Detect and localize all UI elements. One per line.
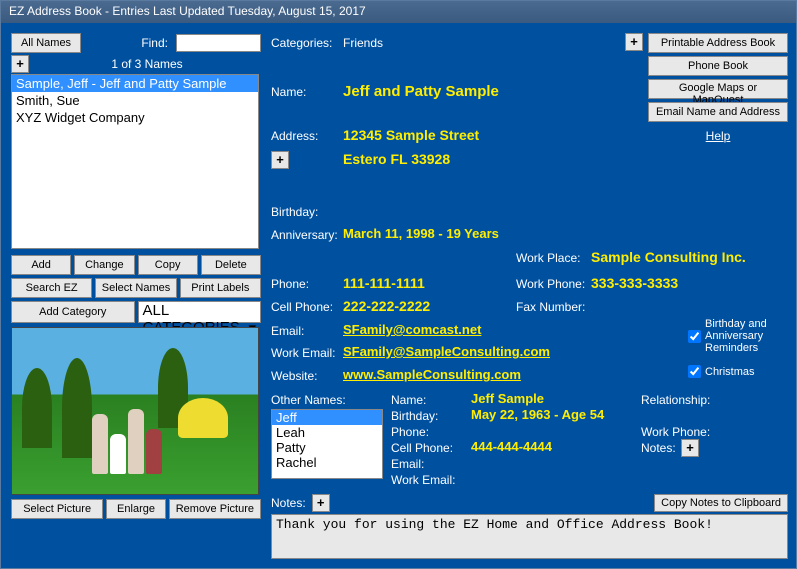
content-area: All Names Find: + 1 of 3 Names Sample, J… [1,23,796,568]
select-names-button[interactable]: Select Names [95,278,176,298]
birthday-reminders-checkbox[interactable] [688,330,701,343]
delete-button[interactable]: Delete [201,255,261,275]
other-cell-value: 444-444-4444 [471,439,552,454]
find-input[interactable] [176,34,261,52]
birthday-label: Birthday: [271,205,318,219]
other-birthday-value: May 22, 1963 - Age 54 [471,407,604,422]
phone-label: Phone: [271,277,309,291]
copy-button[interactable]: Copy [138,255,198,275]
add-category-button[interactable]: Add Category [11,301,135,323]
find-label: Find: [141,36,168,50]
search-ez-button[interactable]: Search EZ [11,278,92,298]
list-item[interactable]: Leah [272,425,382,440]
workphone-value: 333-333-3333 [591,275,678,291]
address-plus-button[interactable]: + [271,151,289,169]
categories-label: Categories: [271,36,332,50]
other-name-value: Jeff Sample [471,391,544,406]
anniversary-value: March 11, 1998 - 19 Years [343,226,499,241]
other-cell-label: Cell Phone: [391,441,453,455]
notes-label: Notes: [271,496,306,510]
fax-label: Fax Number: [516,300,585,314]
app-window: EZ Address Book - Entries Last Updated T… [0,0,797,569]
list-item[interactable]: Sample, Jeff - Jeff and Patty Sample [12,75,258,92]
anniversary-label: Anniversary: [271,228,338,242]
enlarge-button[interactable]: Enlarge [106,499,165,519]
names-listbox[interactable]: Sample, Jeff - Jeff and Patty SampleSmit… [11,74,259,249]
add-name-plus-button[interactable]: + [11,55,29,73]
window-title: EZ Address Book - Entries Last Updated T… [9,4,366,18]
other-workemail-label: Work Email: [391,473,455,487]
titlebar: EZ Address Book - Entries Last Updated T… [1,1,796,23]
email-name-address-button[interactable]: Email Name and Address [648,102,788,122]
categories-value: Friends [343,36,383,50]
phone-book-button[interactable]: Phone Book [648,56,788,76]
other-name-label: Name: [391,393,426,407]
workemail-label: Work Email: [271,346,335,360]
all-names-button[interactable]: All Names [11,33,81,53]
help-link[interactable]: Help [648,129,788,143]
email-link[interactable]: SFamily@comcast.net [343,322,481,337]
side-buttons: Printable Address Book Phone Book Google… [648,33,788,143]
christmas-label: Christmas [705,366,755,378]
change-button[interactable]: Change [74,255,134,275]
address-line2: Estero FL 33928 [343,151,450,167]
categories-plus-button[interactable]: + [625,33,643,51]
cellphone-value: 222-222-2222 [343,298,430,314]
other-workphone-label: Work Phone: [641,425,710,439]
other-phone-label: Phone: [391,425,429,439]
list-item[interactable]: XYZ Widget Company [12,109,258,126]
workemail-link[interactable]: SFamily@SampleConsulting.com [343,344,550,359]
list-item[interactable]: Jeff [272,410,382,425]
website-link[interactable]: www.SampleConsulting.com [343,367,521,382]
other-names-label: Other Names: [271,393,346,407]
cellphone-label: Cell Phone: [271,300,333,314]
email-label: Email: [271,324,304,338]
category-select[interactable]: ALL CATEGORIES ▾ [138,301,262,323]
list-item[interactable]: Rachel [272,455,382,470]
list-item[interactable]: Smith, Sue [12,92,258,109]
name-value: Jeff and Patty Sample [343,83,499,100]
phone-value: 111-111-1111 [343,275,425,291]
left-panel: All Names Find: + 1 of 3 Names Sample, J… [11,33,261,519]
address-line1: 12345 Sample Street [343,127,479,143]
add-button[interactable]: Add [11,255,71,275]
other-birthday-label: Birthday: [391,409,438,423]
notes-panel: Notes: + Copy Notes to Clipboard [271,494,788,562]
website-label: Website: [271,369,317,383]
contact-picture [11,327,259,495]
address-label: Address: [271,129,318,143]
remove-picture-button[interactable]: Remove Picture [169,499,261,519]
christmas-checkbox[interactable] [688,365,701,378]
notes-plus-button[interactable]: + [312,494,330,512]
other-names-listbox[interactable]: JeffLeahPattyRachel [271,409,383,479]
relationship-label: Relationship: [641,393,710,407]
other-notes-plus-button[interactable]: + [681,439,699,457]
print-labels-button[interactable]: Print Labels [180,278,261,298]
other-notes-label: Notes: [641,441,676,455]
list-item[interactable]: Patty [272,440,382,455]
name-label: Name: [271,85,306,99]
birthday-reminders-label: Birthday and Anniversary Reminders [705,318,788,354]
google-maps-button[interactable]: Google Maps or MapQuest [648,79,788,99]
printable-address-book-button[interactable]: Printable Address Book [648,33,788,53]
select-picture-button[interactable]: Select Picture [11,499,103,519]
names-counter: 1 of 3 Names [33,57,261,71]
workplace-value: Sample Consulting Inc. [591,249,746,265]
workphone-label: Work Phone: [516,277,585,291]
copy-notes-button[interactable]: Copy Notes to Clipboard [654,494,788,512]
workplace-label: Work Place: [516,251,580,265]
other-email-label: Email: [391,457,424,471]
notes-textarea[interactable] [271,514,788,559]
